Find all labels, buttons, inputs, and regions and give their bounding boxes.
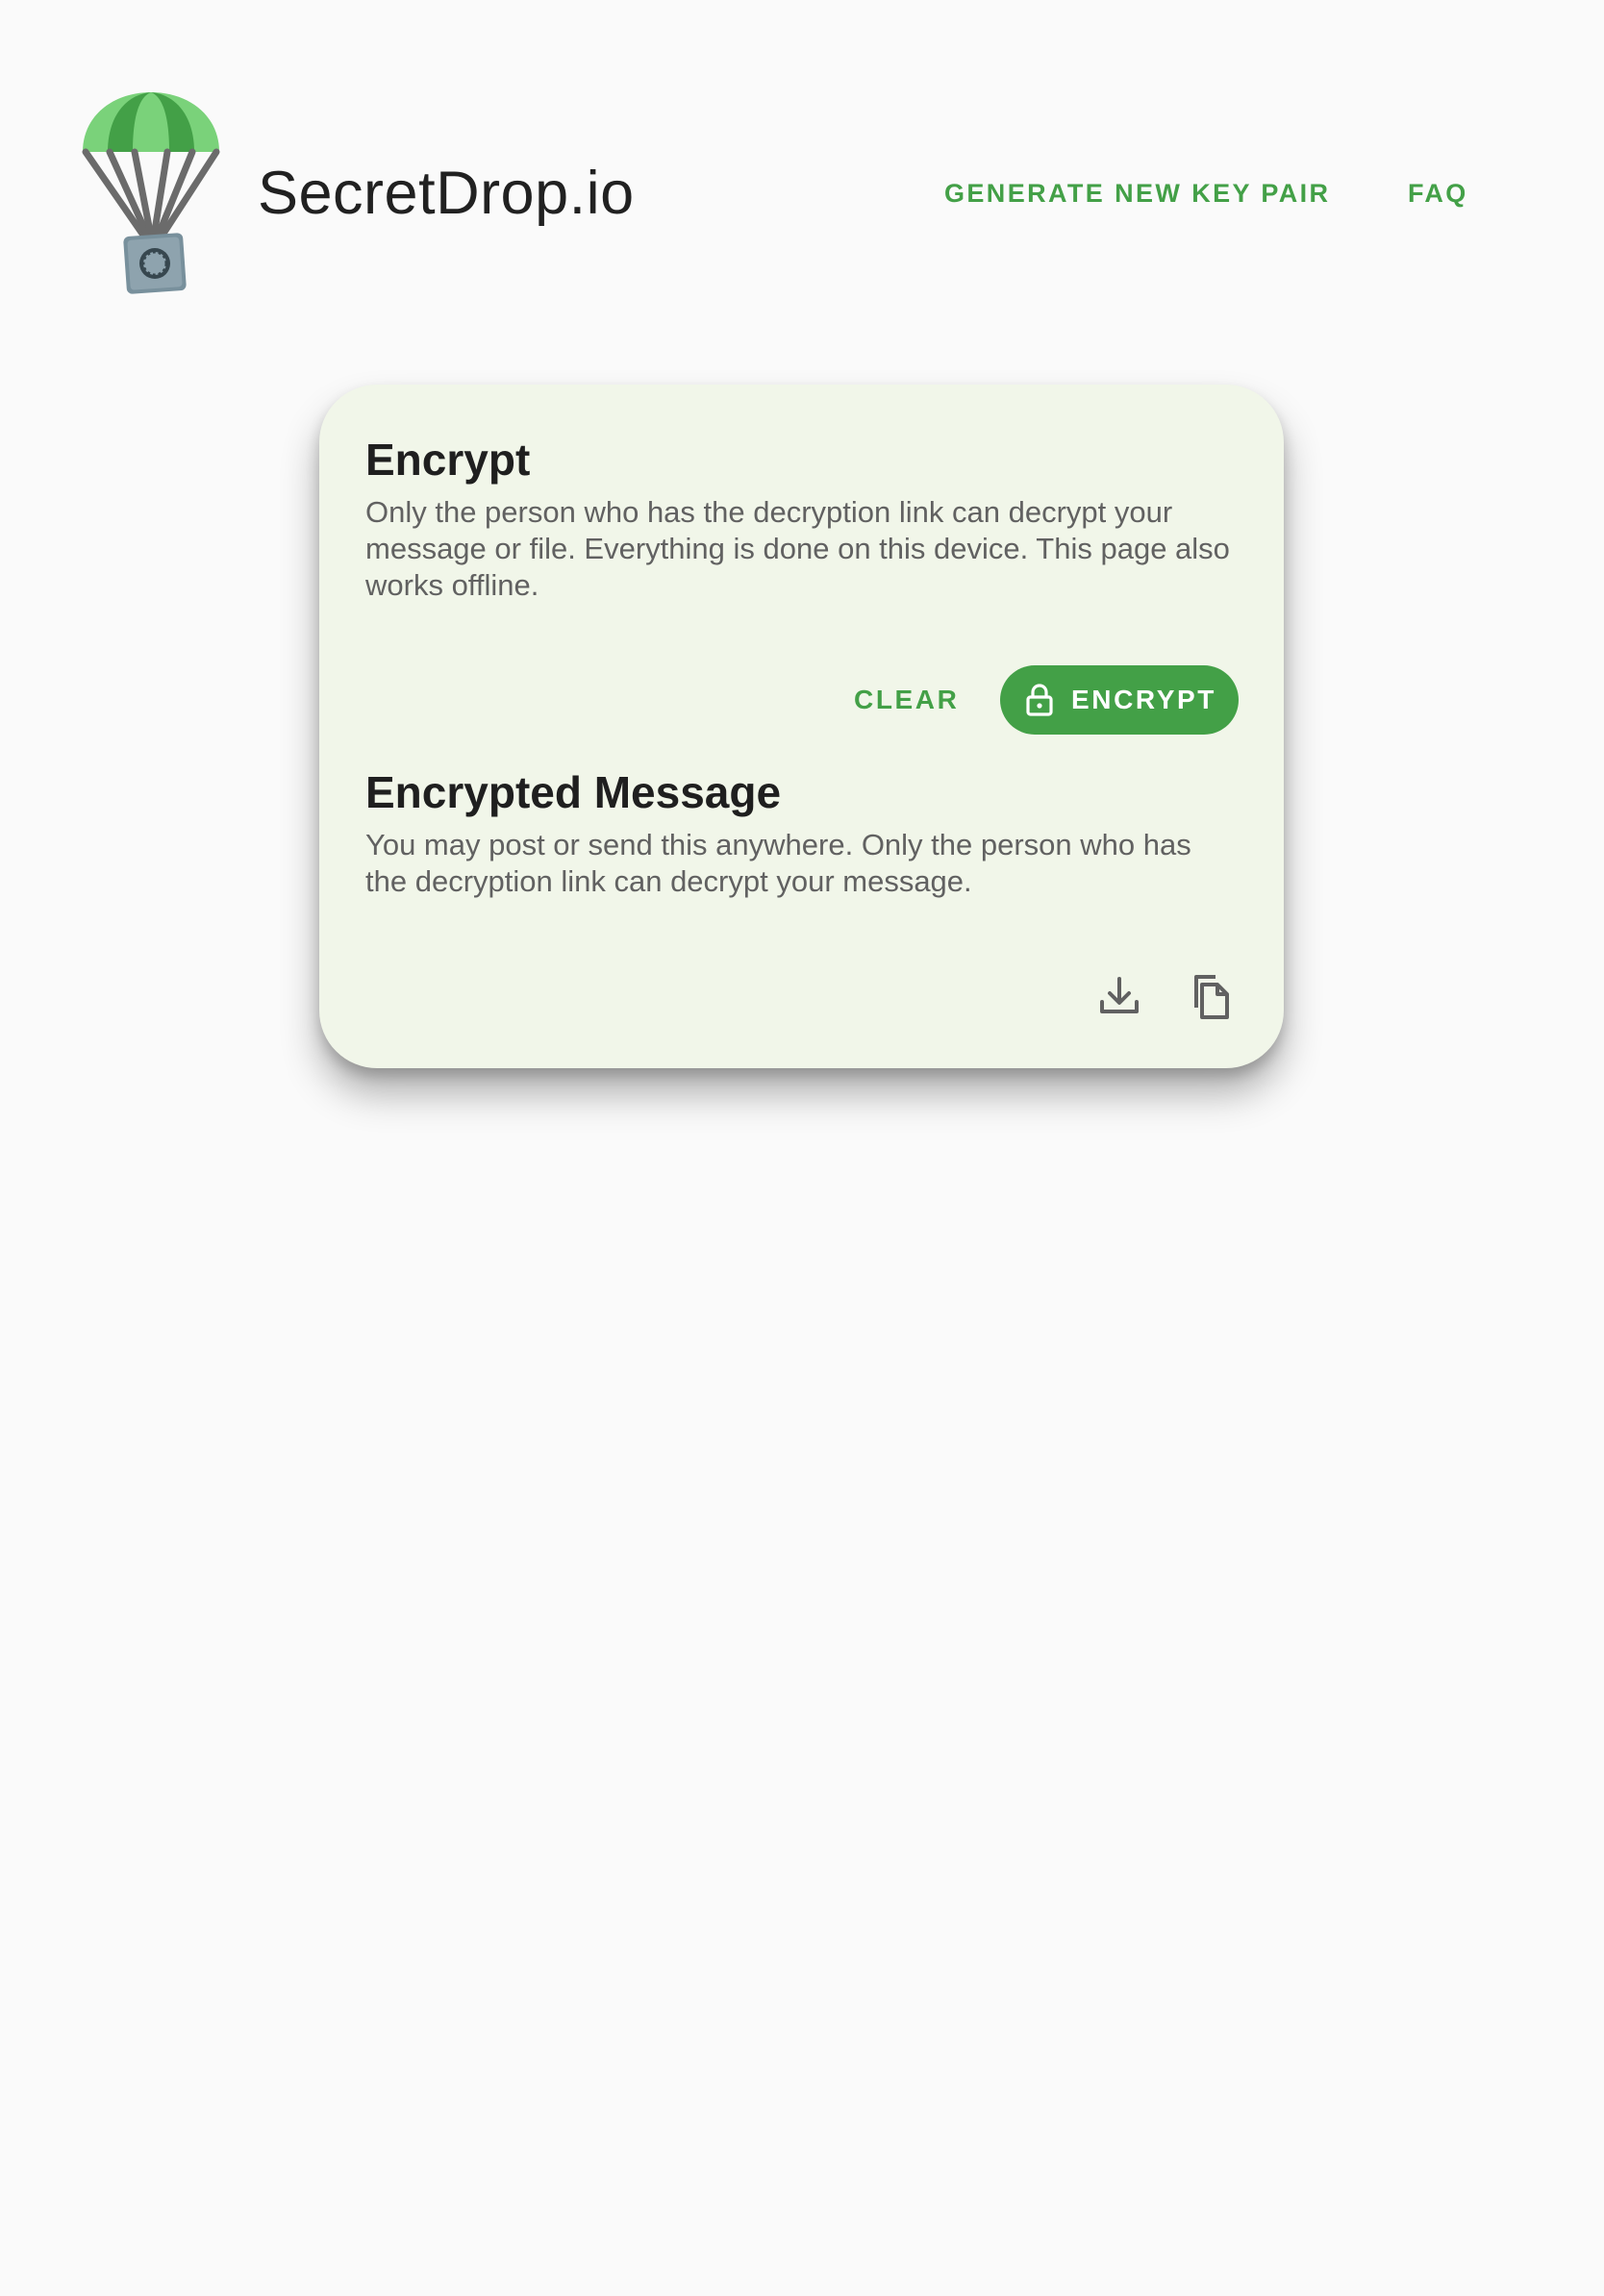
encrypted-message-heading: Encrypted Message bbox=[365, 767, 782, 817]
download-icon bbox=[1100, 977, 1139, 1013]
encrypt-card: Encrypt Only the person who has the decr… bbox=[319, 385, 1284, 1068]
generate-key-pair-button[interactable]: GENERATE NEW KEY PAIR bbox=[933, 167, 1341, 219]
app-header: SecretDrop.io GENERATE NEW KEY PAIR FAQ bbox=[0, 0, 1604, 308]
encrypt-heading: Encrypt bbox=[365, 435, 531, 485]
encrypt-button[interactable]: ENCRYPT bbox=[1000, 665, 1239, 735]
encrypt-button-label: ENCRYPT bbox=[1071, 685, 1216, 714]
download-button[interactable] bbox=[1089, 965, 1150, 1027]
app-title: SecretDrop.io bbox=[258, 160, 635, 227]
lock-icon bbox=[1025, 684, 1054, 716]
encrypted-message-description: You may post or send this anywhere. Only… bbox=[365, 828, 1191, 898]
clear-button[interactable]: CLEAR bbox=[839, 665, 974, 735]
encrypt-description: Only the person who has the decryption l… bbox=[365, 495, 1230, 602]
copy-icon bbox=[1194, 975, 1229, 1019]
parachute-safe-logo-icon bbox=[81, 90, 221, 296]
faq-button[interactable]: FAQ bbox=[1396, 167, 1480, 219]
copy-button[interactable] bbox=[1181, 965, 1242, 1027]
